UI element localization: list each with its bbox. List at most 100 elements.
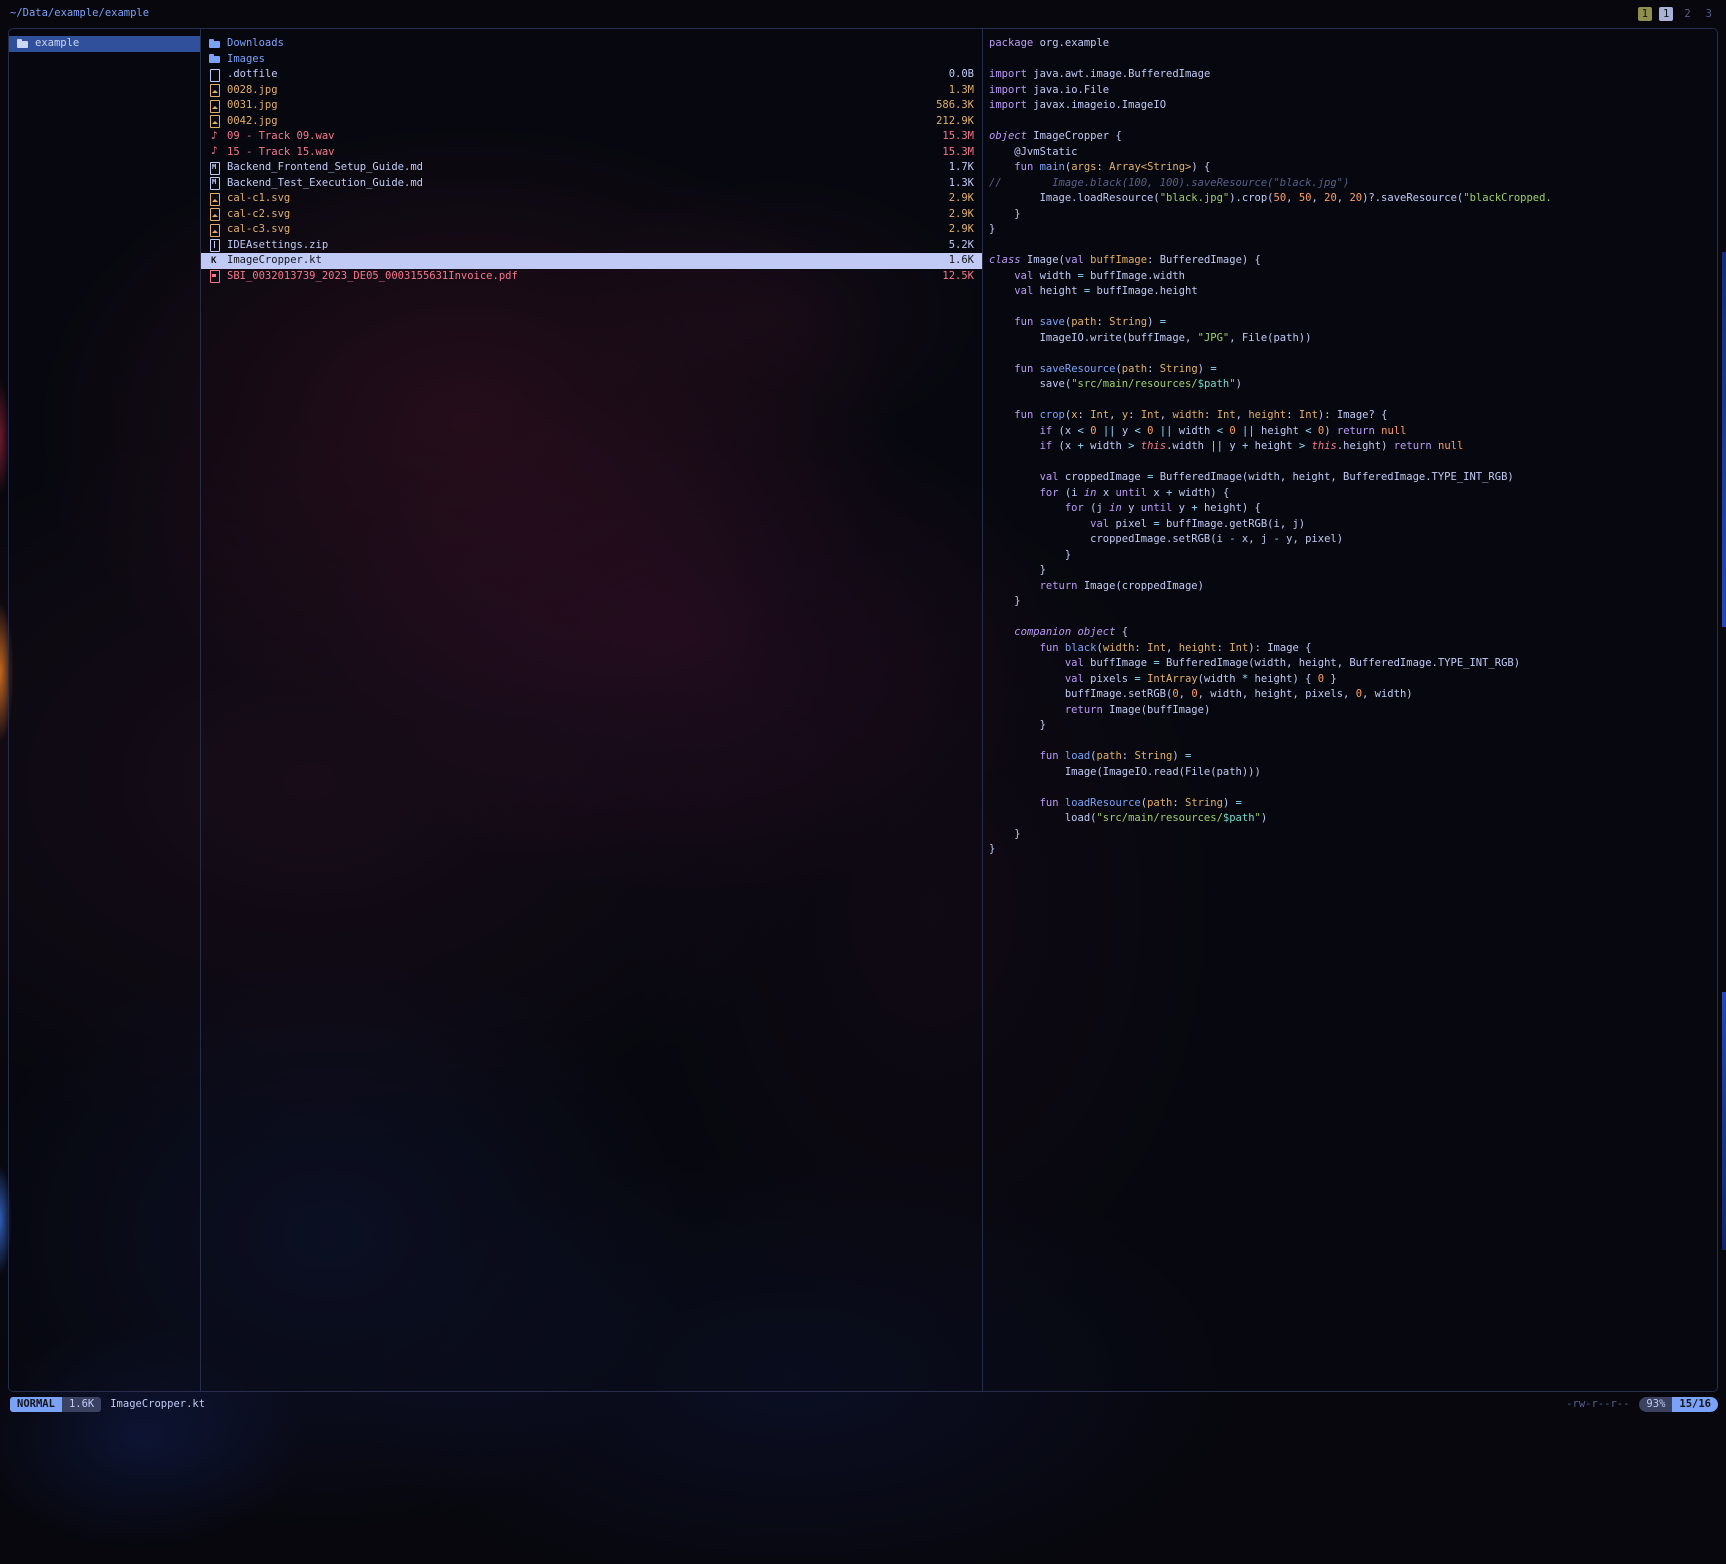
file-name: .dotfile (227, 67, 941, 83)
header-bar: ~/Data/example/example 1123 (10, 5, 1716, 23)
tab-3[interactable]: 2 (1680, 7, 1694, 21)
code-line: val pixel = buffImage.getRGB(i, j) (989, 517, 1717, 533)
kotlin-icon (209, 255, 222, 267)
file-name: Backend_Frontend_Setup_Guide.md (227, 160, 941, 176)
folder-icon (17, 38, 30, 50)
current-path: ~/Data/example/example (10, 6, 149, 22)
code-line: fun save(path: String) = (989, 315, 1717, 331)
archive-icon (209, 239, 222, 251)
image-icon (209, 100, 222, 112)
code-line: } (989, 842, 1717, 858)
file-size: 2.9K (949, 207, 974, 223)
file-row[interactable]: cal-c3.svg2.9K (201, 222, 982, 238)
code-line: @JvmStatic (989, 145, 1717, 161)
file-row[interactable]: Downloads (201, 36, 982, 52)
file-name: Downloads (227, 36, 966, 52)
code-line (989, 346, 1717, 362)
markdown-icon (209, 177, 222, 189)
scroll-percent-badge: 93% (1639, 1397, 1672, 1412)
file-name: 0042.jpg (227, 114, 928, 130)
file-name: SBI_0032013739_2023_DE05_0003155631Invoi… (227, 269, 934, 285)
folder-icon (209, 53, 222, 65)
file-name: cal-c3.svg (227, 222, 941, 238)
code-line (989, 300, 1717, 316)
code-line (989, 734, 1717, 750)
tab-1[interactable]: 1 (1638, 7, 1652, 21)
file-name: Images (227, 52, 966, 68)
code-line: val croppedImage = BufferedImage(width, … (989, 470, 1717, 486)
code-line: val height = buffImage.height (989, 284, 1717, 300)
file-row[interactable]: 0031.jpg586.3K (201, 98, 982, 114)
file-size: 15.3M (942, 129, 974, 145)
status-left: NORMAL 1.6K ImageCropper.kt (10, 1397, 205, 1413)
code-line: } (989, 563, 1717, 579)
file-size: 1.7K (949, 160, 974, 176)
code-line (989, 52, 1717, 68)
file-name: Backend_Test_Execution_Guide.md (227, 176, 941, 192)
file-size: 1.3M (949, 83, 974, 99)
file-row[interactable]: 09 - Track 09.wav 15.3M (201, 129, 982, 145)
code-view: package org.example import java.awt.imag… (989, 36, 1717, 858)
parent-pane-list: example (9, 36, 200, 52)
code-line: val buffImage = BufferedImage(width, hei… (989, 656, 1717, 672)
code-line: if (x < 0 || y < 0 || width < 0 || heigh… (989, 424, 1717, 440)
file-row[interactable]: .dotfile 0.0B (201, 67, 982, 83)
code-line: import java.awt.image.BufferedImage (989, 67, 1717, 83)
file-name: 09 - Track 09.wav (227, 129, 934, 145)
image-icon (209, 208, 222, 220)
code-line: for (i in x until x + width) { (989, 486, 1717, 502)
code-line: class Image(val buffImage: BufferedImage… (989, 253, 1717, 269)
markdown-icon (209, 162, 222, 174)
preview-pane[interactable]: package org.example import java.awt.imag… (983, 29, 1717, 1391)
code-line: fun main(args: Array<String>) { (989, 160, 1717, 176)
code-line: fun crop(x: Int, y: Int, width: Int, hei… (989, 408, 1717, 424)
tab-2[interactable]: 1 (1659, 7, 1673, 21)
audio-icon (209, 146, 222, 158)
file-row[interactable]: SBI_0032013739_2023_DE05_0003155631Invoi… (201, 269, 982, 285)
pdf-icon (209, 270, 222, 282)
folder-icon (209, 38, 222, 50)
image-icon (209, 115, 222, 127)
tab-list: 1123 (1638, 7, 1716, 21)
file-row[interactable]: Backend_Frontend_Setup_Guide.md 1.7K (201, 160, 982, 176)
image-icon (209, 84, 222, 96)
code-line: fun saveResource(path: String) = (989, 362, 1717, 378)
file-size: 5.2K (949, 238, 974, 254)
file-size: 12.5K (942, 269, 974, 285)
file-row[interactable]: Backend_Test_Execution_Guide.md1.3K (201, 176, 982, 192)
file-permissions: -rw-r--r-- (1566, 1397, 1629, 1413)
code-line (989, 780, 1717, 796)
image-icon (209, 193, 222, 205)
file-row[interactable]: Images (201, 52, 982, 68)
file-row[interactable]: IDEAsettings.zip 5.2K (201, 238, 982, 254)
file-row[interactable]: 15 - Track 15.wav15.3M (201, 145, 982, 161)
file-row[interactable]: cal-c2.svg2.9K (201, 207, 982, 223)
code-line: Image.loadResource("black.jpg").crop(50,… (989, 191, 1717, 207)
code-line: } (989, 548, 1717, 564)
code-line (989, 393, 1717, 409)
code-line (989, 455, 1717, 471)
file-name: cal-c1.svg (227, 191, 941, 207)
status-right: -rw-r--r-- 93% 15/16 (1566, 1397, 1718, 1413)
code-line: Image(ImageIO.read(File(path))) (989, 765, 1717, 781)
code-line: import javax.imageio.ImageIO (989, 98, 1717, 114)
tab-4[interactable]: 3 (1702, 7, 1716, 21)
code-line: fun loadResource(path: String) = (989, 796, 1717, 812)
parent-dir-row[interactable]: example (9, 36, 200, 52)
cursor-position-badge: 15/16 (1672, 1397, 1718, 1412)
code-line: } (989, 718, 1717, 734)
code-line: // Image.black(100, 100).saveResource("b… (989, 176, 1717, 192)
code-line: for (j in y until y + height) { (989, 501, 1717, 517)
code-line: object ImageCropper { (989, 129, 1717, 145)
file-name: 0031.jpg (227, 98, 928, 114)
file-row[interactable]: 0042.jpg212.9K (201, 114, 982, 130)
file-row[interactable]: 0028.jpg1.3M (201, 83, 982, 99)
file-row[interactable]: ImageCropper.kt1.6K (201, 253, 982, 269)
code-line: val width = buffImage.width (989, 269, 1717, 285)
file-icon (209, 69, 222, 81)
file-size: 15.3M (942, 145, 974, 161)
file-size: 0.0B (949, 67, 974, 83)
file-name: IDEAsettings.zip (227, 238, 941, 254)
status-filename: ImageCropper.kt (110, 1397, 205, 1413)
file-row[interactable]: cal-c1.svg2.9K (201, 191, 982, 207)
